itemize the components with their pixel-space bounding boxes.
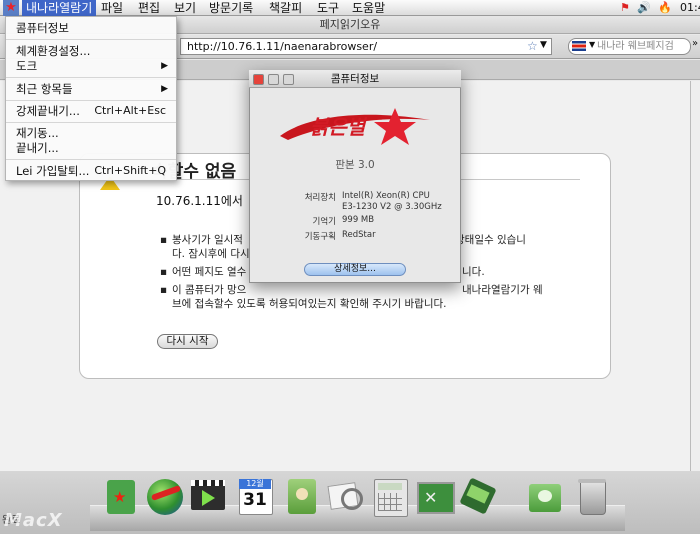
menu-item-label: Lei 가입탈퇴...	[16, 164, 90, 178]
info-value: Intel(R) Xeon(R) CPU	[342, 191, 430, 201]
calendar-icon[interactable]: 12월 31	[236, 476, 276, 516]
clock[interactable]: 01:4	[680, 0, 700, 16]
dialog-title: 콤퓨터정보	[249, 70, 461, 88]
menu-item-label: 체계환경설정...	[16, 44, 91, 58]
error-bullet-text: 브에 접속할수 있도록 허용되여있는지 확인해 주시기 바랍니다.	[172, 298, 447, 310]
info-label: 기동구획	[304, 232, 336, 242]
restart-button[interactable]: 다시 시작	[157, 334, 218, 349]
menu-file[interactable]: 파일	[97, 0, 127, 16]
menu-bookmarks[interactable]: 책갈피	[265, 0, 306, 16]
menu-item-restart[interactable]: 재기동...	[6, 125, 176, 141]
menu-item-label: 재기동...	[16, 126, 59, 140]
menu-item-label: 최근 항목들	[16, 82, 73, 96]
info-label: 기억기	[312, 217, 336, 227]
flag-icon[interactable]: ⚑	[620, 0, 630, 16]
menu-item-label: 끝내기...	[16, 141, 59, 155]
menu-item-force-quit[interactable]: 강제끝내기... Ctrl+Alt+Esc	[6, 103, 176, 119]
menu-separator	[6, 100, 176, 101]
menu-item-shortcut: Ctrl+Shift+Q	[94, 164, 166, 177]
volume-icon[interactable]: 🔊	[637, 0, 651, 16]
search-input[interactable]: 내나라 웨브페지검	[568, 38, 691, 55]
error-bullet-text: 이 콤퓨터가 망으	[172, 284, 247, 296]
menu-item-dock[interactable]: 도크 ▶	[6, 58, 176, 74]
search-engine-icon[interactable]	[572, 41, 586, 51]
finder-icon[interactable]	[525, 476, 565, 516]
flame-icon[interactable]: 🔥	[658, 0, 672, 16]
menu-item-logout[interactable]: Lei 가입탈퇴... Ctrl+Shift+Q	[6, 163, 176, 179]
menu-item-label: 도크	[16, 59, 38, 73]
details-button[interactable]: 상세정보...	[304, 263, 406, 276]
info-value: 999 MB	[342, 215, 375, 225]
search-engine-dropdown-icon[interactable]: ▼	[589, 40, 595, 49]
menu-edit[interactable]: 편집	[134, 0, 164, 16]
error-bullet-text: 봉사기가 일시적	[172, 234, 243, 246]
bullet-marker: ▪	[160, 234, 168, 246]
submenu-arrow-icon: ▶	[161, 61, 168, 71]
image-viewer-icon[interactable]	[325, 476, 365, 516]
bookmark-star-icon[interactable]: ☆	[527, 39, 538, 53]
error-bullet-text: 어떤 페지도 열수	[172, 266, 247, 278]
bullet-marker: ▪	[160, 284, 168, 296]
menu-separator	[6, 122, 176, 123]
calculator-icon[interactable]	[370, 476, 410, 517]
bullet-marker: ▪	[160, 266, 168, 278]
trash-icon[interactable]	[572, 476, 612, 516]
menu-item-shortcut: Ctrl+Alt+Esc	[94, 104, 166, 117]
url-field[interactable]: http://10.76.1.11/naenarabrowser/	[180, 38, 552, 55]
logo-text: 붉은별	[310, 115, 368, 139]
menu-help[interactable]: 도움말	[348, 0, 389, 16]
info-label: 처리장치	[304, 193, 336, 203]
redstar-menu-icon[interactable]: ★	[3, 0, 19, 16]
menu-item-computer-info[interactable]: 콤퓨터정보	[6, 20, 176, 36]
menu-view[interactable]: 보기	[170, 0, 200, 16]
menu-separator	[6, 159, 176, 160]
error-bullet-text: 상태일수 있습니	[455, 234, 526, 246]
globe-browser-icon[interactable]	[145, 476, 185, 516]
close-window-icon[interactable]	[253, 74, 264, 85]
minimize-window-icon[interactable]	[268, 74, 279, 85]
menu-item-system-preferences[interactable]: 체계환경설정...	[6, 43, 176, 59]
menu-item-shutdown[interactable]: 끝내기...	[6, 140, 176, 156]
system-preferences-icon[interactable]: ✕	[414, 476, 455, 516]
error-bullet-text: 내나라열람기가 웨	[462, 284, 543, 296]
contacts-icon[interactable]	[282, 476, 322, 516]
error-bullet-text: 다. 잠시후에 다시	[172, 248, 250, 260]
calendar-month: 12월	[239, 479, 271, 489]
app-menu-dropdown: 콤퓨터정보 체계환경설정... 도크 ▶ 최근 항목들 ▶ 강제끝내기... Ctrl…	[5, 16, 177, 181]
zoom-window-icon[interactable]	[283, 74, 294, 85]
media-icon[interactable]	[458, 476, 498, 516]
error-subtitle: 10.76.1.11에서	[156, 194, 243, 208]
calendar-day: 31	[243, 490, 267, 510]
scrollbar[interactable]	[690, 81, 700, 471]
menu-app[interactable]: 내나라열람기	[22, 0, 97, 16]
error-bullet-text: 니다.	[462, 266, 485, 278]
info-value: E3-1230 V2 @ 3.30GHz	[342, 202, 442, 212]
watermark: MacX	[4, 510, 63, 531]
menubar: ★ 내나라열람기 파일 편집 보기 방문기록 책갈피 도구 도움말 ⚑ 🔊 🔥 …	[0, 0, 700, 16]
menu-separator	[6, 39, 176, 40]
menu-separator	[6, 77, 176, 78]
menu-item-label: 콤퓨터정보	[16, 21, 69, 35]
submenu-arrow-icon: ▶	[161, 84, 168, 94]
menu-item-recent-items[interactable]: 최근 항목들 ▶	[6, 81, 176, 97]
address-book-icon[interactable]: ★	[102, 476, 142, 516]
menu-history[interactable]: 방문기록	[205, 0, 257, 16]
toolbar-overflow-icon[interactable]: »	[692, 38, 698, 49]
redstar-logo: 붉은별	[280, 108, 430, 145]
video-player-icon[interactable]	[188, 476, 228, 516]
url-dropdown-icon[interactable]: ▼	[540, 40, 547, 50]
menu-tools[interactable]: 도구	[313, 0, 343, 16]
menu-item-label: 강제끝내기...	[16, 104, 80, 118]
version-label: 판본 3.0	[335, 159, 375, 171]
info-value: RedStar	[342, 230, 376, 240]
